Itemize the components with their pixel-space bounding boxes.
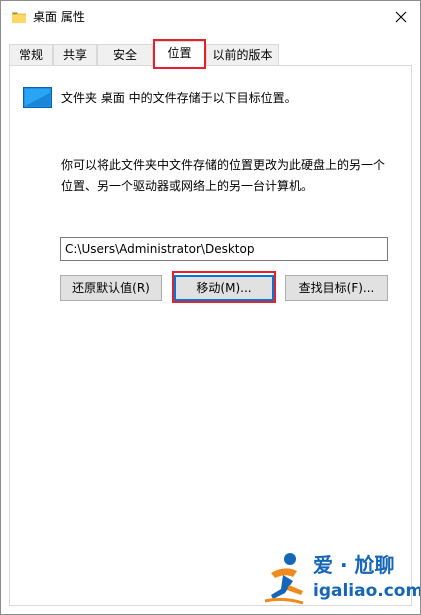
title-bar[interactable]: 桌面 属性 (1, 1, 420, 33)
watermark: 爱 · 尬聊 igaliao.com (263, 549, 420, 607)
path-input[interactable] (60, 237, 388, 261)
properties-window: 桌面 属性 常规 共享 安全 位置 以前的版本 文件夹 桌面 中的文件存储于以下… (0, 0, 421, 615)
location-description: 你可以将此文件夹中文件存储的位置更改为此硬盘上的另一个 位置、另一个驱动器或网络… (61, 155, 401, 197)
tab-previous-versions[interactable]: 以前的版本 (206, 44, 279, 65)
folder-icon (12, 12, 26, 23)
location-panel (9, 65, 412, 606)
tab-sharing[interactable]: 共享 (53, 44, 97, 65)
watermark-title: 爱 · 尬聊 (313, 553, 395, 577)
tab-bar: 常规 共享 安全 位置 以前的版本 (9, 41, 412, 67)
restore-default-button[interactable]: 还原默认值(R) (60, 275, 162, 301)
description-line-2: 位置、另一个驱动器或网络上的另一台计算机。 (61, 179, 314, 193)
location-header: 文件夹 桌面 中的文件存储于以下目标位置。 (61, 91, 297, 105)
tab-general[interactable]: 常规 (9, 44, 53, 65)
tab-location[interactable]: 位置 (153, 41, 206, 67)
window-title: 桌面 属性 (33, 10, 85, 24)
desktop-folder-icon (23, 87, 52, 108)
tab-security[interactable]: 安全 (97, 44, 153, 65)
close-icon (395, 11, 407, 23)
runner-logo-icon (264, 553, 304, 605)
find-target-button[interactable]: 查找目标(F)... (285, 275, 388, 301)
description-line-1: 你可以将此文件夹中文件存储的位置更改为此硬盘上的另一个 (61, 158, 386, 172)
watermark-url: igaliao.com (313, 581, 421, 601)
move-button[interactable]: 移动(M)... (174, 275, 274, 301)
close-button[interactable] (388, 4, 414, 30)
